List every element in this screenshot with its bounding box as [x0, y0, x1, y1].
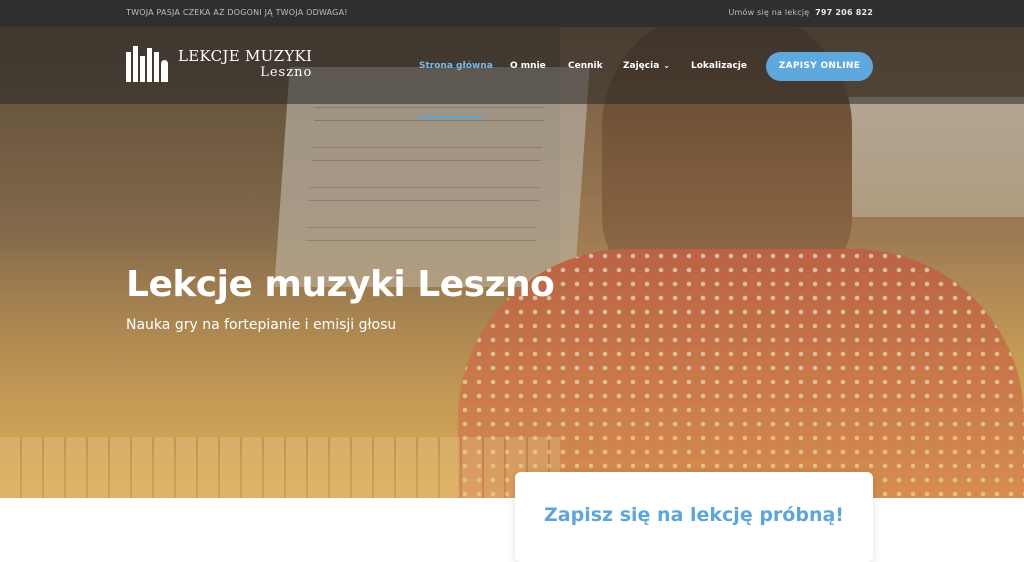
site-logo[interactable]: LEKCJE MUZYKI Leszno: [126, 46, 312, 82]
chevron-down-icon: ⌄: [663, 61, 670, 70]
hero-subtitle: Nauka gry na fortepianie i emisji głosu: [126, 317, 397, 333]
hero-title: Lekcje muzyki Leszno: [126, 264, 555, 305]
nav-item-home[interactable]: Strona główna: [419, 61, 493, 71]
nav-item-classes-label: Zajęcia: [623, 61, 660, 71]
nav-item-locations[interactable]: Lokalizacje: [691, 61, 747, 71]
top-bar: TWOJA PASJA CZEKA AŻ DOGONI JĄ TWOJA ODW…: [0, 0, 1024, 27]
piano-keys-logo-icon: [126, 46, 170, 82]
phone-number-link[interactable]: 797 206 822: [815, 8, 873, 17]
nav-item-classes[interactable]: Zajęcia ⌄: [623, 61, 670, 71]
nav-item-pricing[interactable]: Cennik: [568, 61, 603, 71]
nav-item-about[interactable]: O mnie: [510, 61, 546, 71]
logo-subtitle: Leszno: [260, 65, 313, 80]
phone-info: Umów się na lekcję 797 206 822: [728, 8, 873, 17]
signup-online-button[interactable]: ZAPISY ONLINE: [766, 52, 873, 81]
tagline: TWOJA PASJA CZEKA AŻ DOGONI JĄ TWOJA ODW…: [126, 8, 348, 17]
logo-title: LEKCJE MUZYKI: [178, 47, 313, 65]
trial-lesson-title: Zapisz się na lekcję próbną!: [544, 504, 844, 526]
nav-active-underline: [419, 116, 483, 118]
logo-text: LEKCJE MUZYKI Leszno: [178, 47, 313, 81]
site-header: LEKCJE MUZYKI Leszno Strona główna O mni…: [0, 27, 1024, 118]
phone-label: Umów się na lekcję: [728, 8, 810, 17]
